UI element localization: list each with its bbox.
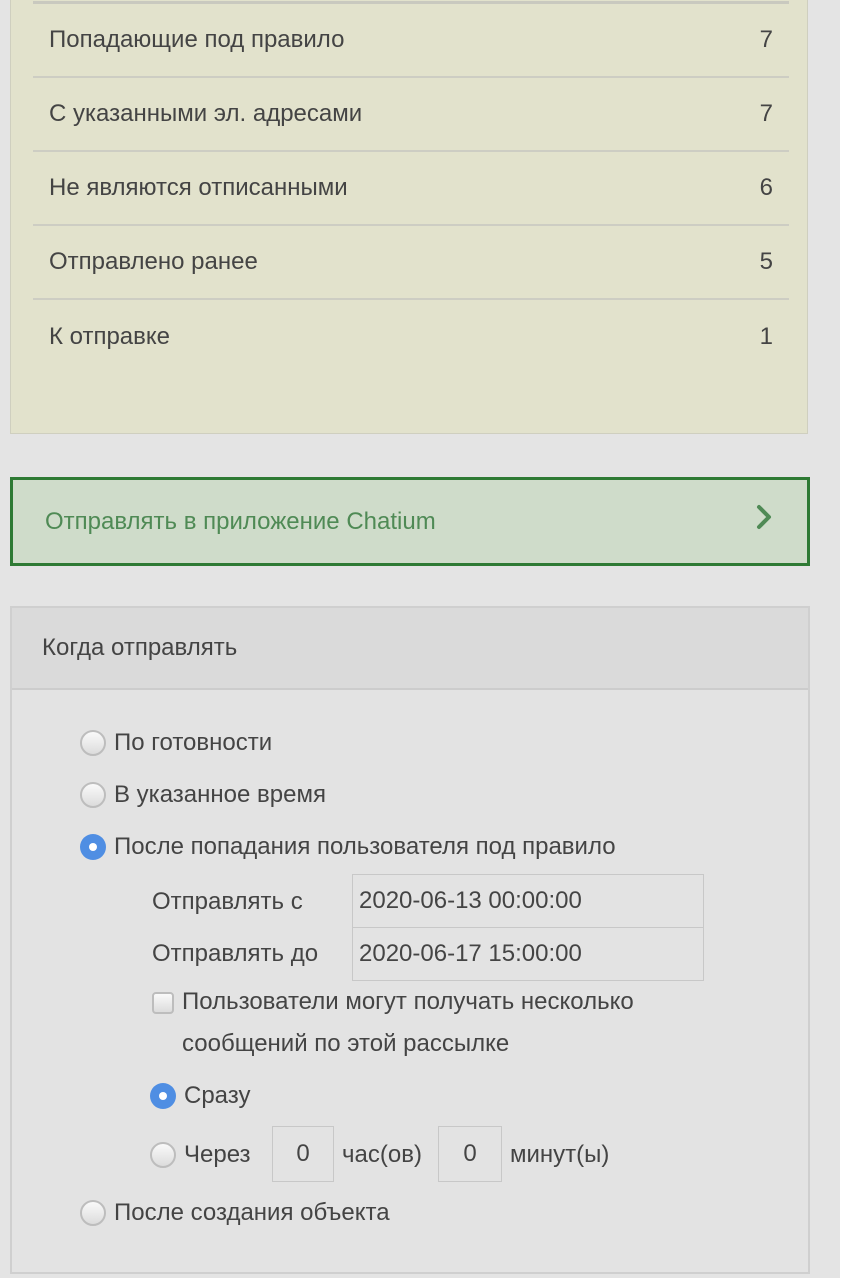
radio-after-create-label[interactable]: После создания объекта <box>114 1198 390 1228</box>
radio-immediately-label[interactable]: Сразу <box>184 1081 251 1111</box>
radio-after-delay-label[interactable]: Через <box>184 1140 251 1170</box>
delay-hours-input[interactable] <box>272 1126 334 1182</box>
stat-value: 1 <box>759 323 773 350</box>
multiple-messages-checkbox[interactable] <box>152 992 174 1014</box>
stat-label: Попадающие под правило <box>49 26 345 53</box>
radio-after-delay[interactable] <box>150 1142 176 1168</box>
when-to-send-panel: Когда отправлять По готовности В указанн… <box>10 606 810 1274</box>
page-edge <box>840 0 864 1278</box>
radio-ready[interactable] <box>80 730 106 756</box>
stat-row-with-email: С указанными эл. адресами 7 <box>33 78 789 152</box>
hours-unit-label: час(ов) <box>342 1141 422 1168</box>
send-to-input[interactable] <box>352 927 704 981</box>
stat-label: Не являются отписанными <box>49 174 348 201</box>
stat-row-not-unsubscribed: Не являются отписанными 6 <box>33 152 789 226</box>
delay-minutes-input[interactable] <box>438 1126 502 1182</box>
stat-row-sent-before: Отправлено ранее 5 <box>33 226 789 300</box>
stat-value: 5 <box>759 248 773 275</box>
recipients-stats-card: Попадающие под правило 7 С указанными эл… <box>10 0 808 434</box>
radio-specified-time-label[interactable]: В указанное время <box>114 780 326 810</box>
radio-immediately[interactable] <box>150 1083 176 1109</box>
stat-label: К отправке <box>49 323 171 350</box>
chatium-label: Отправлять в приложение Chatium <box>45 507 436 535</box>
chevron-right-icon <box>751 502 777 532</box>
stat-value: 7 <box>759 100 773 127</box>
panel-title: Когда отправлять <box>42 634 238 661</box>
radio-after-rule[interactable] <box>80 834 106 860</box>
stat-label: Отправлено ранее <box>49 248 258 275</box>
radio-ready-label[interactable]: По готовности <box>114 728 272 758</box>
radio-after-create[interactable] <box>80 1200 106 1226</box>
send-to-chatium-toggle[interactable]: Отправлять в приложение Chatium <box>10 477 810 566</box>
radio-specified-time[interactable] <box>80 782 106 808</box>
minutes-unit-label: минут(ы) <box>510 1141 610 1168</box>
stat-row-to-send: К отправке 1 <box>33 300 789 374</box>
multiple-messages-label-line1[interactable]: Пользователи могут получать несколько <box>182 987 634 1017</box>
stat-value: 7 <box>759 26 773 53</box>
stat-row-matching: Попадающие под правило 7 <box>33 4 789 78</box>
stat-label: С указанными эл. адресами <box>49 100 363 127</box>
stat-value: 6 <box>759 174 773 201</box>
send-from-input[interactable] <box>352 874 704 928</box>
send-to-label: Отправлять до <box>152 940 319 967</box>
send-from-label: Отправлять с <box>152 888 303 915</box>
radio-after-rule-label[interactable]: После попадания пользователя под правило <box>114 832 616 862</box>
when-to-send-header: Когда отправлять <box>12 608 808 690</box>
multiple-messages-label-line2[interactable]: сообщений по этой рассылке <box>182 1029 509 1059</box>
